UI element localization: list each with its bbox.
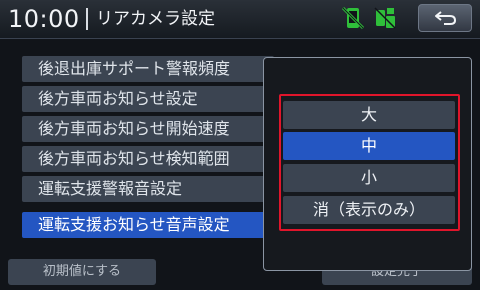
- menu-item-rear-vehicle-notice-start-speed[interactable]: 後方車両お知らせ開始速度: [22, 116, 274, 142]
- menu-item-driving-assist-alarm-sound[interactable]: 運転支援警報音設定: [22, 176, 274, 202]
- option-large[interactable]: 大: [283, 101, 455, 129]
- phone-disconnected-icon: [340, 5, 366, 31]
- option-medium[interactable]: 中: [283, 132, 455, 160]
- option-off-display-only[interactable]: 消（表示のみ）: [283, 196, 455, 224]
- back-arrow-icon: [435, 11, 457, 25]
- header-bar: 10:00 リアカメラ設定: [0, 0, 480, 39]
- reset-defaults-button[interactable]: 初期値にする: [8, 259, 156, 285]
- title-separator: [86, 8, 88, 30]
- menu-item-rear-vehicle-notice-setting[interactable]: 後方車両お知らせ設定: [22, 86, 274, 112]
- page-title: リアカメラ設定: [96, 9, 215, 29]
- phone-battery-icon: [372, 5, 398, 31]
- menu-item-driving-assist-voice-setting[interactable]: 運転支援お知らせ音声設定: [22, 212, 274, 238]
- clock: 10:00: [8, 5, 80, 33]
- back-button[interactable]: [418, 4, 472, 32]
- menu-item-reverse-exit-alert-frequency[interactable]: 後退出庫サポート警報頻度: [22, 56, 274, 82]
- option-small[interactable]: 小: [283, 164, 455, 192]
- menu-item-rear-vehicle-notice-detection-range[interactable]: 後方車両お知らせ検知範囲: [22, 146, 274, 172]
